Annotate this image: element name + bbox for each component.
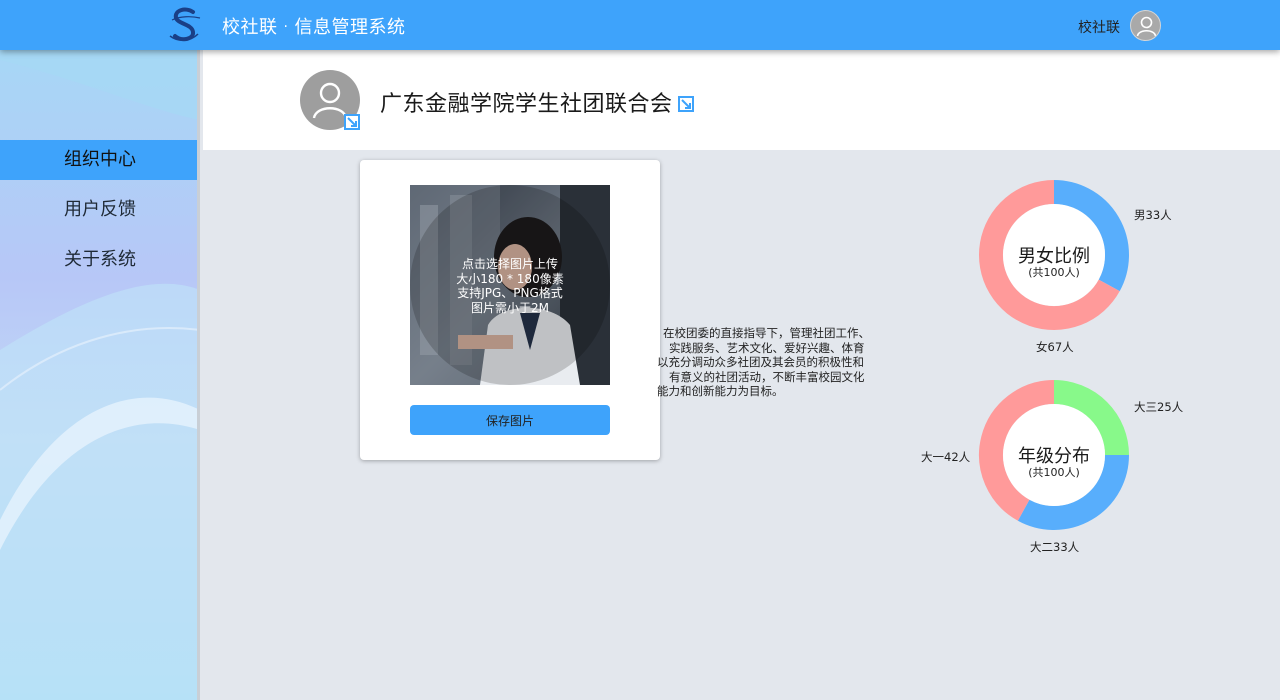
grade-slice-大三[interactable] xyxy=(1053,380,1129,456)
grade-chart-center xyxy=(1003,404,1105,506)
app-name: 校社联 xyxy=(222,17,278,38)
sidebar-item-about[interactable]: 关于系统 xyxy=(0,240,197,280)
upload-hint: 点击选择图片上传 大小180 * 180像素 支持JPG、PNG格式 图片需小于… xyxy=(410,257,610,315)
gender-female-label: 女67人 xyxy=(1036,340,1074,354)
description-line: 能力和创新能力为目标。 xyxy=(657,384,784,399)
grade-year3-label: 大三25人 xyxy=(1134,400,1184,414)
upload-hint-line: 大小180 * 180像素 xyxy=(456,271,564,286)
top-bar: 校社联 · 信息管理系统 校社联 xyxy=(0,0,1280,50)
org-name: 广东金融学院学生社团联合会 xyxy=(380,92,673,117)
system-name: 信息管理系统 xyxy=(294,17,406,38)
gender-male-label: 男33人 xyxy=(1134,208,1172,222)
upload-hint-line: 点击选择图片上传 xyxy=(461,257,558,271)
upload-hint-line: 图片需小于2M xyxy=(471,300,549,315)
description-line: 在校团委的直接指导下，管理社团工作、 xyxy=(663,326,870,340)
gender-chart-subtitle: (共100人) xyxy=(1028,266,1080,279)
edit-icon[interactable] xyxy=(344,114,360,130)
user-icon xyxy=(1136,16,1157,37)
sidebar-item-org-center[interactable]: 组织中心 xyxy=(0,140,197,180)
description-line: 实践服务、艺术文化、爱好兴趣、体育 xyxy=(669,340,865,355)
user-avatar[interactable] xyxy=(1130,10,1161,41)
app-title: 校社联 · 信息管理系统 xyxy=(222,13,405,39)
sidebar: 组织中心 用户反馈 关于系统 xyxy=(0,50,200,700)
grade-year1-label: 大一42人 xyxy=(921,450,971,464)
save-image-button[interactable]: 保存图片 xyxy=(410,405,610,435)
grade-chart-title: 年级分布 xyxy=(1018,446,1090,467)
s-logo-icon[interactable] xyxy=(166,6,204,44)
upload-hint-line: 支持JPG、PNG格式 xyxy=(457,286,563,300)
sidebar-item-feedback[interactable]: 用户反馈 xyxy=(0,190,197,230)
gender-slice-女[interactable] xyxy=(979,180,1120,330)
username[interactable]: 校社联 xyxy=(1078,17,1120,37)
title-separator: · xyxy=(283,19,289,35)
description-line: 以充分调动众多社团及其会员的积极性和 xyxy=(657,355,864,370)
grade-year2-label: 大二33人 xyxy=(1030,540,1080,554)
gender-chart-title: 男女比例 xyxy=(1018,246,1090,267)
grade-slice-大一[interactable] xyxy=(979,380,1055,521)
description-line: 有意义的社团活动，不断丰富校园文化 xyxy=(669,369,865,384)
grade-chart-subtitle: (共100人) xyxy=(1028,466,1080,479)
edit-icon[interactable] xyxy=(678,96,694,112)
org-description: 在校团委的直接指导下，管理社团工作、 实践服务、艺术文化、爱好兴趣、体育 以充分… xyxy=(657,326,875,401)
gender-chart-center xyxy=(1003,204,1105,306)
gender-slice-男[interactable] xyxy=(1053,180,1129,292)
org-header xyxy=(203,50,1280,150)
grade-slice-大二[interactable] xyxy=(1017,454,1129,530)
